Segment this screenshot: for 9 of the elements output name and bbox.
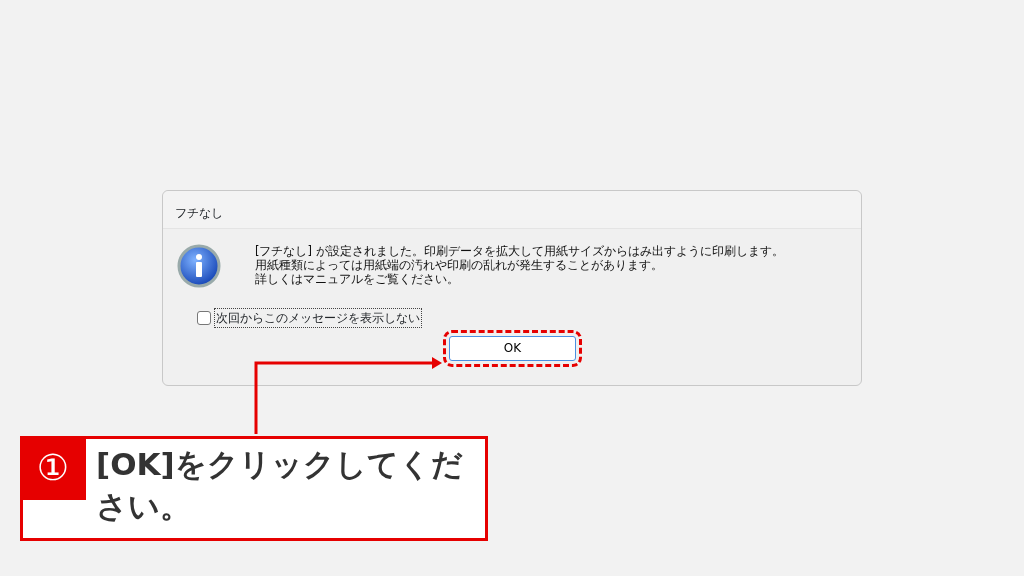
callout-text: [OK]をクリックしてください。 <box>95 445 464 526</box>
window-title: フチなし <box>163 191 861 229</box>
message-text: 詳しくはマニュアルをご覧ください。 <box>255 272 460 286</box>
checkbox-label[interactable]: 次回からこのメッセージを表示しない <box>214 308 422 328</box>
info-icon <box>177 244 221 288</box>
checkbox[interactable] <box>197 311 211 325</box>
message-text: [フチなし] が設定されました。印刷データを拡大して用紙サイズからはみ出すように印刷します。 <box>255 244 784 258</box>
step-number: ① <box>20 436 86 500</box>
message-text: 用紙種類によっては用紙端の汚れや印刷の乱れが発生することがあります。 <box>255 258 664 272</box>
